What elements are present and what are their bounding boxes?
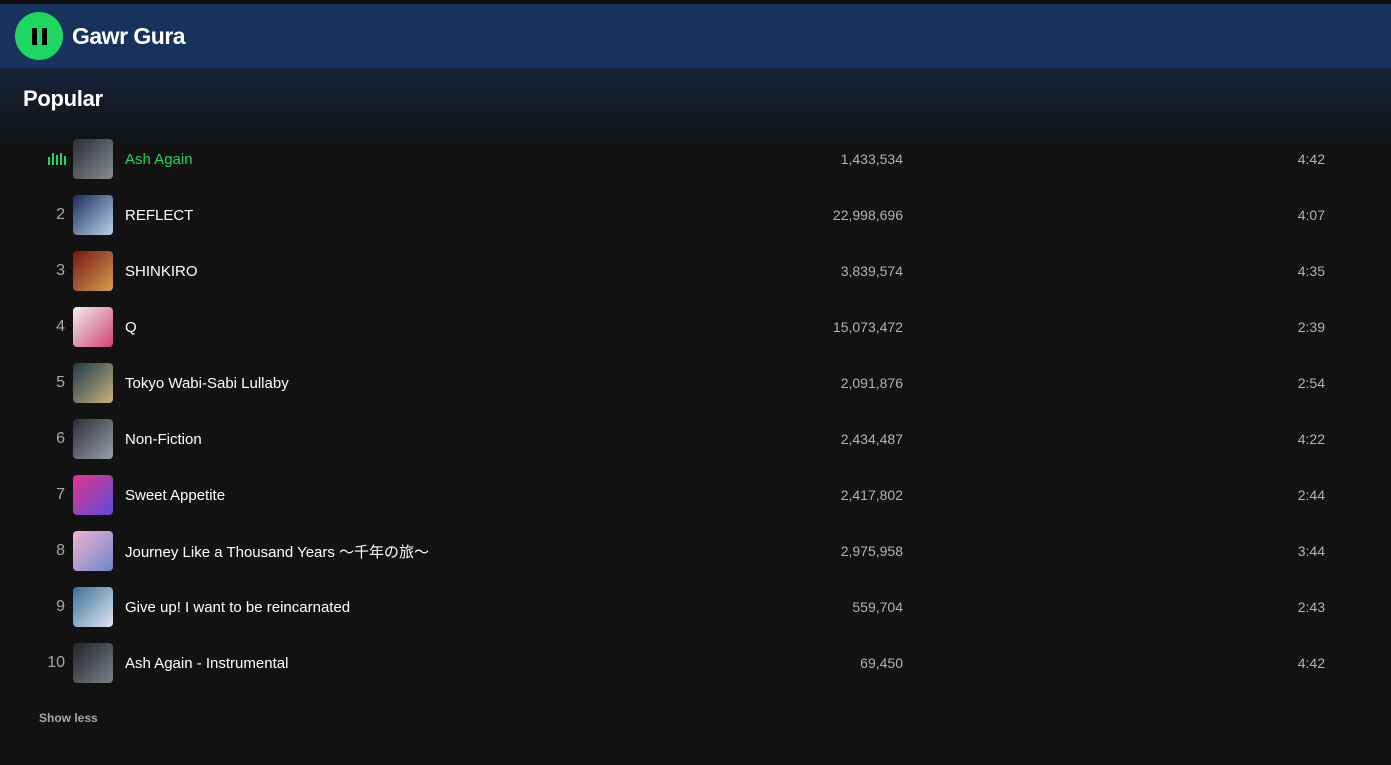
album-art	[73, 363, 113, 403]
pause-icon	[31, 27, 37, 45]
track-duration: 4:42	[1297, 151, 1325, 167]
play-count: 1,433,534	[840, 151, 903, 167]
track-rank: 4	[56, 318, 65, 335]
track-rank: 9	[56, 598, 65, 615]
track-title[interactable]: Q	[125, 319, 137, 336]
track-duration: 2:39	[1297, 319, 1325, 335]
album-art	[73, 139, 113, 179]
track-title[interactable]: Ash Again - Instrumental	[125, 655, 288, 672]
album-art	[73, 643, 113, 683]
pause-icon-bar	[41, 27, 47, 45]
show-less-button[interactable]: Show less	[39, 711, 98, 725]
play-count: 559,704	[852, 599, 903, 615]
track-rank: 2	[56, 206, 65, 223]
album-art	[73, 531, 113, 571]
track-duration: 2:54	[1297, 375, 1325, 391]
track-row[interactable]: 5 Tokyo Wabi-Sabi Lullaby 2,091,876 2:54	[16, 355, 1374, 411]
play-count: 2,417,802	[840, 487, 903, 503]
track-rank: 8	[56, 542, 65, 559]
album-art	[73, 307, 113, 347]
track-duration: 4:22	[1297, 431, 1325, 447]
album-art	[73, 587, 113, 627]
track-row[interactable]: 4 Q 15,073,472 2:39	[16, 299, 1374, 355]
album-art	[73, 251, 113, 291]
track-row[interactable]: 3 SHINKIRO 3,839,574 4:35	[16, 243, 1374, 299]
track-duration: 4:07	[1297, 207, 1325, 223]
play-count: 2,091,876	[840, 375, 903, 391]
track-rank: 6	[56, 430, 65, 447]
now-playing-equalizer-icon	[16, 153, 73, 165]
play-count: 3,839,574	[840, 263, 903, 279]
track-row[interactable]: 9 Give up! I want to be reincarnated 559,7…	[16, 579, 1374, 635]
play-count: 2,434,487	[840, 431, 903, 447]
track-list: Ash Again 1,433,534 4:42 2 REFLECT 22,998,696…	[16, 131, 1374, 691]
track-title[interactable]: REFLECT	[125, 207, 193, 224]
track-title[interactable]: Journey Like a Thousand Years ～千年の旅～	[125, 541, 429, 562]
artist-name: Gawr Gura	[72, 22, 186, 49]
play-count: 22,998,696	[832, 207, 903, 223]
play-count: 2,975,958	[840, 543, 903, 559]
track-duration: 2:43	[1297, 599, 1325, 615]
track-rank: 10	[47, 654, 65, 671]
track-duration: 4:42	[1297, 655, 1325, 671]
track-rank: 5	[56, 374, 65, 391]
album-art	[73, 475, 113, 515]
play-count: 69,450	[860, 655, 903, 671]
equalizer-icon	[48, 153, 66, 165]
track-row[interactable]: 6 Non-Fiction 2,434,487 4:22	[16, 411, 1374, 467]
track-duration: 4:35	[1297, 263, 1325, 279]
album-art	[73, 419, 113, 459]
track-title[interactable]: Tokyo Wabi-Sabi Lullaby	[125, 375, 289, 392]
track-title[interactable]: SHINKIRO	[125, 263, 198, 280]
track-row[interactable]: 7 Sweet Appetite 2,417,802 2:44	[16, 467, 1374, 523]
track-row[interactable]: 2 REFLECT 22,998,696 4:07	[16, 187, 1374, 243]
track-rank: 7	[56, 486, 65, 503]
pause-button[interactable]	[15, 12, 63, 60]
track-duration: 3:44	[1297, 543, 1325, 559]
track-row[interactable]: 10 Ash Again - Instrumental 69,450 4:42	[16, 635, 1374, 691]
track-title[interactable]: Sweet Appetite	[125, 487, 225, 504]
track-title[interactable]: Non-Fiction	[125, 431, 202, 448]
play-count: 15,073,472	[832, 319, 903, 335]
section-title: Popular	[23, 86, 103, 111]
artist-header: Gawr Gura	[0, 4, 1391, 68]
track-row[interactable]: Ash Again 1,433,534 4:42	[16, 131, 1374, 187]
track-title[interactable]: Give up! I want to be reincarnated	[125, 599, 350, 616]
album-art	[73, 195, 113, 235]
track-duration: 2:44	[1297, 487, 1325, 503]
track-row[interactable]: 8 Journey Like a Thousand Years ～千年の旅～ 2,9…	[16, 523, 1374, 579]
track-title[interactable]: Ash Again	[125, 151, 193, 168]
track-rank: 3	[56, 262, 65, 279]
